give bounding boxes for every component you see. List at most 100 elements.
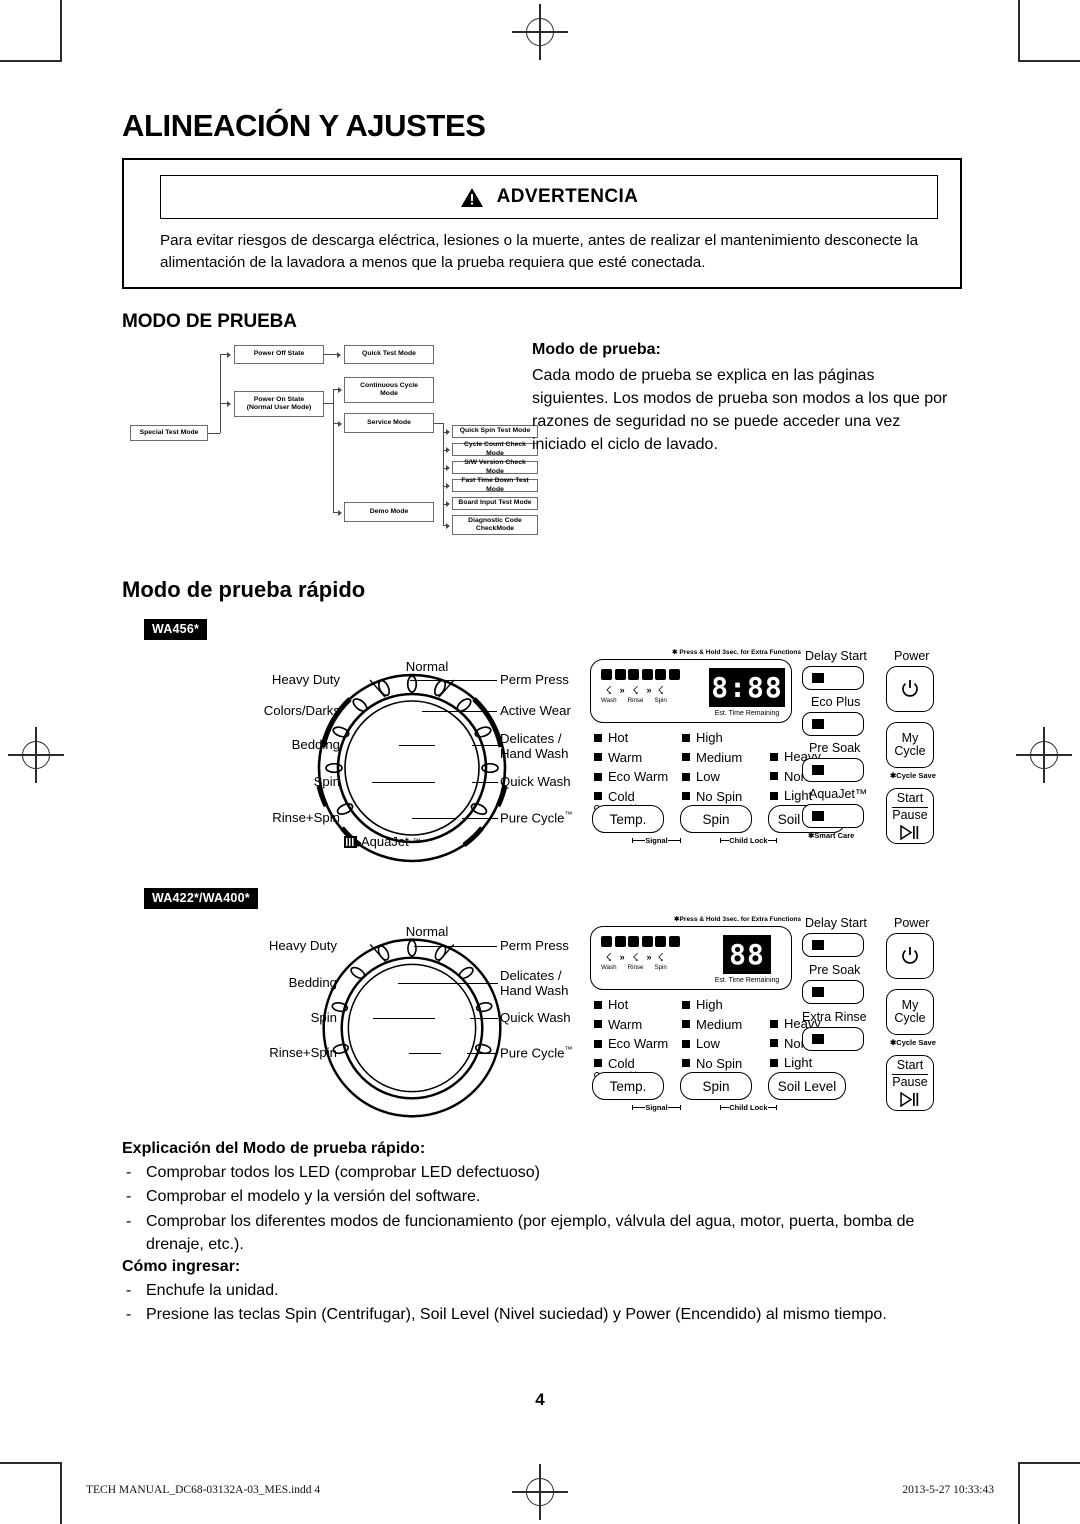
dial-label-delicates-wa422: Delicates / Hand Wash [500, 968, 569, 999]
lcd-cycle-stages-wa422: ☇ Wash » ☇ Rinse » ☇ Spin [601, 952, 667, 971]
led-eco-warm-wa422: Eco Warm [594, 1034, 668, 1054]
dial-label-delicates-line2-wa422: Hand Wash [500, 982, 569, 998]
led-indicator-icon [770, 1039, 778, 1048]
my-cycle-button-wa422[interactable]: My Cycle [886, 989, 934, 1036]
play-pause-icon [900, 824, 919, 840]
power-button-wa456[interactable] [886, 666, 934, 713]
dial-label-heavy-duty-text-wa456: Heavy Duty [271, 672, 340, 688]
rinse-basin-icon: ☇ [632, 685, 639, 698]
delay-icon [614, 669, 626, 681]
dial-label-perm-press-text-wa456: Perm Press [500, 672, 569, 688]
chevron-right-icon: » [619, 685, 625, 696]
soil-level-button-wa422[interactable]: Soil Level [768, 1072, 846, 1101]
spin-button-wa422[interactable]: Spin [680, 1072, 752, 1101]
dial-label-normal-wa422: Normal [405, 924, 449, 940]
dial-label-bedding-text-wa422: Bedding [288, 975, 337, 991]
dial-label-colors-darks-wa456: Colors/Darks [264, 703, 340, 719]
dial-label-pure-cycle-tm-wa422: ™ [564, 1045, 573, 1055]
lcd-status-icons-wa456 [601, 669, 680, 681]
led-indicator-icon [594, 1059, 602, 1068]
start-pause-button-wa422[interactable]: Start Pause [886, 1055, 934, 1112]
dial-label-perm-press-wa456: Perm Press [500, 672, 569, 688]
dial-label-quick-wash-text-wa456: Quick Wash [500, 774, 571, 790]
cycle-stage-rinse-wa422: ☇ Rinse [627, 952, 644, 972]
dial-aquajet-note-wa456: AquaJet ™ [344, 834, 421, 849]
power-icon [902, 680, 918, 697]
led-indicator-icon [682, 733, 690, 742]
delay-start-button-wa422[interactable] [802, 933, 864, 958]
led-low-wa422: Low [682, 1034, 742, 1054]
led-indicator-icon [594, 1000, 602, 1009]
led-warm-wa422: Warm [594, 1015, 668, 1035]
dial-label-pure-cycle-tm-wa456: ™ [564, 810, 573, 820]
est-time-label-wa422: Est. Time Remaining [714, 977, 780, 985]
model-badge-wa422: WA422*/WA400* [144, 888, 258, 910]
section-heading-quick-test: Modo de prueba rápido [122, 577, 366, 603]
led-column-spin-wa422: High Medium Low No Spin [682, 995, 742, 1073]
cycle-save-note-wa422: ✱Cycle Save [890, 1038, 936, 1048]
press-hold-note-wa456: ✱ Press & Hold 3sec. for Extra Functions [672, 649, 802, 657]
cycle-selector-dial-wa422[interactable] [317, 933, 507, 1123]
cycle-stage-spin-wa456: ☇ Spin [654, 685, 667, 705]
spin-basin-icon: ☇ [657, 685, 664, 698]
flow-node-cycle-count-check-mode: Cycle Count Check Mode [452, 441, 538, 457]
chevron-right-icon: » [619, 952, 625, 963]
eco-plus-button-wa456[interactable] [802, 712, 864, 737]
led-indicator-icon [594, 733, 602, 742]
extra-rinse-button-wa422[interactable] [802, 1027, 864, 1052]
eco-icon [601, 669, 612, 681]
dial-label-quick-wash-wa422: Quick Wash [500, 1010, 571, 1026]
pre-soak-button-wa422[interactable] [802, 980, 864, 1005]
dial-label-bedding-text-wa456: Bedding [291, 737, 340, 753]
explain-heading: Explicación del Modo de prueba rápido: [122, 1140, 426, 1158]
led-column-temp-wa456: Hot Warm Eco Warm Cold Tap Cold [594, 728, 668, 812]
dial-label-quick-wash-wa456: Quick Wash [500, 774, 571, 790]
spin-button-wa456[interactable]: Spin [680, 805, 752, 834]
my-cycle-button-wa456[interactable]: My Cycle [886, 722, 934, 769]
crop-mark-top-right [1018, 0, 1080, 62]
dial-label-bedding-wa456: Bedding [291, 737, 340, 753]
enter-list: - Enchufe la unidad. - Presione las teclas… [122, 1279, 962, 1326]
dial-label-pure-cycle-text-wa422: Pure Cycle [500, 1045, 565, 1061]
led-indicator-icon [594, 1020, 602, 1029]
lcd-display-wa422: ☇ Wash » ☇ Rinse » ☇ Spin 88 Est. Time R… [590, 926, 792, 991]
dial-label-rinse-spin-text-wa422: Rinse+Spin [269, 1045, 337, 1061]
test-mode-description-body: Cada modo de prueba se explica en las pá… [532, 367, 948, 454]
led-indicator-icon [770, 1019, 778, 1028]
led-low-wa456: Low [682, 767, 742, 787]
aquajet-button-wa456[interactable] [802, 804, 864, 829]
led-warm-wa456: Warm [594, 748, 668, 768]
wash-basin-icon: ☇ [605, 952, 612, 965]
led-indicator-icon [770, 772, 778, 781]
dial-label-perm-press-text-wa422: Perm Press [500, 938, 569, 954]
temp-button-wa422[interactable]: Temp. [592, 1072, 664, 1101]
flow-node-power-on-line2: (Normal User Mode) [246, 404, 312, 412]
led-high-wa456: High [682, 728, 742, 748]
delay-start-label-wa422: Delay Start [805, 916, 867, 931]
cycle-stage-rinse-wa456: ☇ Rinse [627, 685, 644, 705]
start-pause-button-wa456[interactable]: Start Pause [886, 788, 934, 845]
delay-start-button-wa456[interactable] [802, 666, 864, 691]
crop-mark-bottom-left [0, 1462, 62, 1524]
tub-clean-icon [655, 936, 666, 948]
temp-button-wa456[interactable]: Temp. [592, 805, 664, 834]
power-button-wa422[interactable] [886, 933, 934, 980]
page-title: ALINEACIÓN Y AJUSTES [122, 108, 486, 143]
led-hot-wa422: Hot [594, 995, 668, 1015]
flow-node-sw-version-check-mode: S/W Version Check Mode [452, 459, 538, 475]
control-panel-wa456: Normal Heavy Duty Colors/Darks Bedding S… [122, 642, 962, 882]
dial-label-delicates-line1-wa456: Delicates / [500, 731, 562, 747]
dial-label-bedding-wa422: Bedding [288, 975, 337, 991]
dial-label-delicates-line1-wa422: Delicates / [500, 968, 562, 984]
led-no-spin-wa422: No Spin [682, 1054, 742, 1074]
warning-box: ADVERTENCIA Para evitar riesgos de desca… [122, 158, 962, 290]
dial-label-heavy-duty-text-wa422: Heavy Duty [268, 938, 337, 954]
led-indicator-icon [770, 752, 778, 761]
dial-label-rinse-spin-wa456: Rinse+Spin [272, 810, 340, 826]
dial-label-rinse-spin-text-wa456: Rinse+Spin [272, 810, 340, 826]
smart-care-icon [668, 936, 680, 948]
pre-soak-button-wa456[interactable] [802, 758, 864, 783]
cycle-stage-spin-wa422: ☇ Spin [654, 952, 667, 972]
dial-label-active-wear-wa456: Active Wear [500, 703, 571, 719]
console-wa422: ✱Press & Hold 3sec. for Extra Functions … [590, 911, 962, 1121]
